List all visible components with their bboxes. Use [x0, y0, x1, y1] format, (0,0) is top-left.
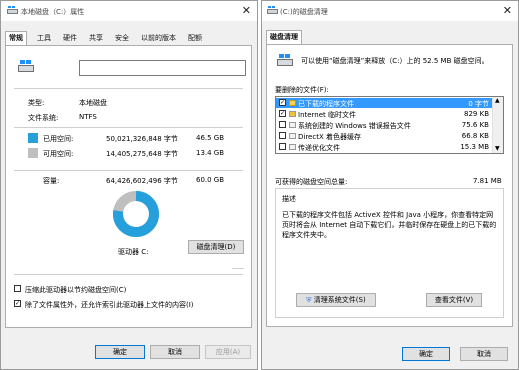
- list-item[interactable]: ✓ 已下载的程序文件 0 字节: [276, 98, 493, 108]
- free-space-swatch: [28, 148, 38, 158]
- list-item[interactable]: DirectX 着色器缓存 66.8 KB: [276, 131, 493, 141]
- file-checkbox[interactable]: [279, 121, 286, 128]
- description-text: 已下载的程序文件包括 ActiveX 控件和 Java 小程序，你查看特定网页时…: [282, 211, 497, 239]
- cleanup-title: (C:)的磁盘清理: [280, 8, 328, 16]
- tab-tools[interactable]: 工具: [34, 32, 54, 44]
- cleanup-panel: 可以使用“磁盘清理”来释放（C:）上的 52.5 MB 磁盘空间。 要删除的文件…: [266, 44, 513, 327]
- ok-button[interactable]: 确定: [402, 347, 450, 361]
- type-value: 本地磁盘: [79, 99, 107, 107]
- file-checkbox[interactable]: [279, 143, 286, 150]
- filesystem-label: 文件系统:: [28, 114, 59, 122]
- file-item-label: 已下载的程序文件: [298, 100, 354, 108]
- disk-cleanup-button[interactable]: 磁盘清理(D): [188, 240, 244, 254]
- divider: [232, 268, 244, 269]
- file-item-label: 传递优化文件: [298, 144, 340, 152]
- general-panel: 类型: 本地磁盘 文件系统: NTFS 已用空间: 50,021,326,848…: [5, 45, 252, 328]
- file-item-size: 829 KB: [464, 110, 489, 118]
- volume-label-input[interactable]: [79, 60, 246, 76]
- ok-button[interactable]: 确定: [95, 345, 145, 359]
- file-type-icon: [289, 111, 296, 117]
- description-label: 描述: [282, 194, 296, 204]
- free-space-gb: 13.4 GB: [196, 149, 225, 157]
- filesystem-value: NTFS: [79, 113, 97, 121]
- divider: [14, 274, 243, 275]
- list-scrollbar[interactable]: ▲ ▼: [492, 97, 503, 153]
- close-icon[interactable]: ✕: [242, 4, 251, 17]
- tab-quota[interactable]: 配额: [185, 32, 205, 44]
- usage-donut: [113, 191, 159, 237]
- properties-window: 本地磁盘（C:）属性 ✕ 常规 工具 硬件 共享 安全 以前的版本 配额 类型:…: [0, 0, 258, 370]
- index-checkbox[interactable]: ✓: [14, 300, 21, 307]
- drive-icon: [277, 54, 293, 66]
- tab-disk-cleanup[interactable]: 磁盘清理: [266, 30, 302, 45]
- description-group: 描述 已下载的程序文件包括 ActiveX 控件和 Java 小程序，你查看特定…: [275, 188, 504, 318]
- file-type-icon: [289, 133, 296, 139]
- tab-previous-versions[interactable]: 以前的版本: [138, 32, 179, 44]
- disk-cleanup-window: (C:)的磁盘清理 ✕ 磁盘清理 可以使用“磁盘清理”来释放（C:）上的 52.…: [261, 0, 519, 370]
- type-label: 类型:: [28, 99, 45, 107]
- used-space-label: 已用空间:: [43, 135, 74, 143]
- gain-label: 可获得的磁盘空间总量:: [275, 178, 348, 186]
- divider: [14, 88, 243, 89]
- cleanup-titlebar: (C:)的磁盘清理 ✕: [262, 1, 518, 21]
- scroll-down-icon[interactable]: ▼: [495, 145, 500, 152]
- list-item[interactable]: 传递优化文件 15.3 MB: [276, 142, 493, 152]
- file-item-size: 75.6 KB: [461, 121, 489, 129]
- divider: [14, 127, 243, 128]
- index-label: 除了文件属性外，还允许索引此驱动器上文件的内容(I): [25, 301, 194, 309]
- capacity-gb: 60.0 GB: [196, 176, 225, 184]
- file-type-icon: [289, 100, 296, 106]
- tab-security[interactable]: 安全: [112, 32, 132, 44]
- drive-icon: [267, 6, 278, 14]
- close-icon[interactable]: ✕: [503, 4, 512, 17]
- file-item-size: 66.8 KB: [461, 132, 489, 140]
- drive-label: 驱动器 C:: [118, 248, 149, 256]
- free-space-bytes: 14,405,275,648 字节: [106, 150, 178, 158]
- properties-title: 本地磁盘（C:）属性: [21, 8, 85, 16]
- capacity-bytes: 64,426,602,496 字节: [106, 177, 178, 185]
- file-type-icon: [289, 144, 296, 150]
- clean-system-files-label: 清理系统文件(S): [313, 296, 366, 304]
- apply-button[interactable]: 应用(A): [205, 345, 251, 359]
- file-item-size: 15.3 MB: [460, 143, 489, 151]
- file-item-label: 系统创建的 Windows 错误报告文件: [298, 122, 411, 130]
- tab-hardware[interactable]: 硬件: [60, 32, 80, 44]
- file-checkbox[interactable]: [279, 132, 286, 139]
- free-space-label: 可用空间:: [43, 150, 74, 158]
- properties-titlebar: 本地磁盘（C:）属性 ✕: [1, 1, 257, 21]
- gain-value: 7.81 MB: [473, 177, 502, 185]
- used-space-gb: 46.5 GB: [196, 134, 225, 142]
- compress-checkbox[interactable]: [14, 285, 21, 292]
- file-checkbox[interactable]: ✓: [279, 110, 286, 117]
- tab-general[interactable]: 常规: [5, 31, 27, 46]
- cancel-button[interactable]: 取消: [150, 345, 200, 359]
- used-space-swatch: [28, 133, 38, 143]
- cancel-button[interactable]: 取消: [460, 347, 508, 361]
- drive-icon: [7, 6, 18, 14]
- list-item[interactable]: ✓ Internet 临时文件 829 KB: [276, 109, 493, 119]
- files-to-delete-label: 要删除的文件(F):: [275, 86, 329, 94]
- file-item-label: DirectX 着色器缓存: [298, 133, 361, 141]
- drive-icon: [18, 60, 34, 72]
- shield-icon: ⛨: [306, 296, 312, 304]
- files-list[interactable]: 传递优化文件 15.3 MB DirectX 着色器缓存 66.8 KB 系统创建的 W…: [275, 96, 504, 154]
- scroll-up-icon[interactable]: ▲: [495, 97, 500, 104]
- divider: [14, 170, 243, 171]
- view-files-button[interactable]: 查看文件(V): [426, 293, 482, 307]
- clean-system-files-button[interactable]: ⛨ 清理系统文件(S): [296, 293, 376, 307]
- tab-sharing[interactable]: 共享: [86, 32, 106, 44]
- file-item-size: 0 字节: [468, 100, 489, 108]
- list-item[interactable]: 系统创建的 Windows 错误报告文件 75.6 KB: [276, 120, 493, 130]
- capacity-label: 容量:: [43, 177, 60, 185]
- used-space-bytes: 50,021,326,848 字节: [106, 135, 178, 143]
- file-checkbox[interactable]: ✓: [279, 99, 286, 106]
- file-item-label: Internet 临时文件: [298, 111, 357, 119]
- cleanup-intro: 可以使用“磁盘清理”来释放（C:）上的 52.5 MB 磁盘空间。: [301, 57, 489, 65]
- file-type-icon: [289, 122, 296, 128]
- compress-label: 压缩此驱动器以节约磁盘空间(C): [25, 286, 127, 294]
